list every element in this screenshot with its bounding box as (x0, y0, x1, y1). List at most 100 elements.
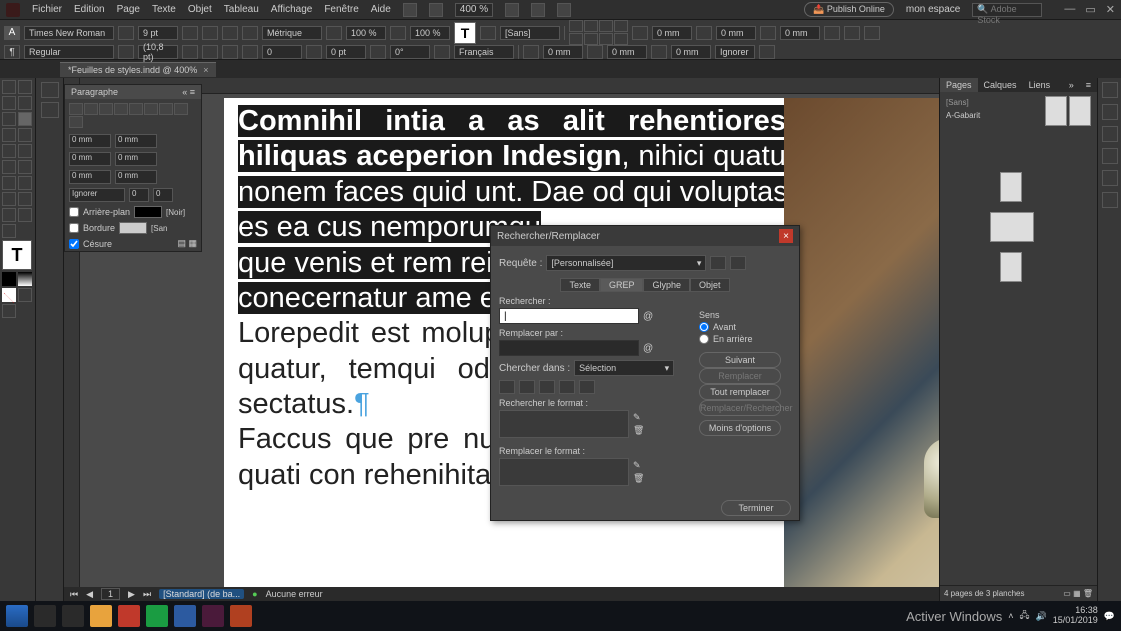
tray-network-icon[interactable]: 🖧 (1019, 608, 1029, 624)
h-scale-field[interactable]: 100 % (346, 26, 386, 40)
char-style-field[interactable]: [Sans] (500, 26, 560, 40)
align-center[interactable] (84, 103, 98, 115)
right-strip-icon-5[interactable] (1102, 170, 1118, 186)
dock-icon-2[interactable] (41, 102, 59, 118)
direct-selection-tool[interactable] (18, 80, 32, 94)
rechercher-input[interactable] (499, 308, 639, 324)
adobe-stock-search[interactable]: 🔍 Adobe Stock (972, 3, 1042, 17)
change-format-box[interactable] (499, 458, 629, 486)
tracking-field[interactable]: Métrique (262, 26, 322, 40)
page-thumb-1[interactable] (1000, 172, 1022, 202)
file-explorer-icon[interactable] (90, 605, 112, 627)
space-before-fld[interactable]: 0 mm (69, 170, 111, 184)
workspace-switcher[interactable]: mon espace (906, 4, 960, 15)
window-maximize[interactable]: ▭ (1085, 3, 1095, 16)
menu-edit[interactable]: Edition (74, 4, 105, 15)
page-nav-last[interactable]: ⏭ (143, 589, 151, 600)
dock-icon-1[interactable] (41, 82, 59, 98)
menu-window[interactable]: Fenêtre (324, 4, 358, 15)
terminer-button[interactable]: Terminer (721, 500, 791, 516)
clear-format-icon-2[interactable]: 🗑 (633, 473, 644, 484)
firstline-indent-field[interactable]: 0 mm (543, 45, 583, 59)
align-right[interactable] (99, 103, 113, 115)
menu-view[interactable]: Affichage (271, 4, 313, 15)
tab-grep[interactable]: GREP (600, 278, 644, 292)
menu-page[interactable]: Page (117, 4, 140, 15)
eyedropper-tool[interactable] (2, 208, 16, 222)
preflight-label[interactable]: Aucune erreur (266, 589, 323, 599)
right-strip-icon-3[interactable] (1102, 126, 1118, 142)
page-number-field[interactable]: 1 (101, 588, 120, 600)
view-mode-normal[interactable] (18, 288, 32, 302)
delete-query-icon[interactable] (730, 256, 746, 270)
search-footnotes-icon[interactable] (559, 380, 575, 394)
bordure-checkbox[interactable] (69, 223, 79, 233)
right-strip-icon-2[interactable] (1102, 104, 1118, 120)
space-before-field[interactable]: 0 mm (780, 26, 820, 40)
search-locked-icon[interactable] (499, 380, 515, 394)
bullets-icon[interactable] (864, 26, 880, 40)
font-style-field[interactable]: Regular (24, 45, 114, 59)
gradient-feather-tool[interactable] (2, 192, 16, 206)
page-nav-next[interactable]: ▶ (128, 589, 135, 600)
columns-span-icon[interactable] (824, 26, 840, 40)
taskbar-app-3[interactable] (174, 605, 196, 627)
menu-table[interactable]: Tableau (224, 4, 259, 15)
publish-online-button[interactable]: 📤 Publish Online (804, 2, 894, 17)
last-indent-fld[interactable]: 0 mm (115, 152, 157, 166)
page-thumb-3[interactable] (1000, 252, 1022, 282)
remplacer-rechercher-button[interactable]: Remplacer/Rechercher (699, 400, 781, 416)
rectangle-tool[interactable] (2, 160, 16, 174)
tout-remplacer-button[interactable]: Tout remplacer (699, 384, 781, 400)
status-standard[interactable]: [Standard] (de ba... (159, 589, 244, 599)
tab-objet[interactable]: Objet (690, 278, 730, 292)
space-after-fld[interactable]: 0 mm (115, 170, 157, 184)
page-nav-prev[interactable]: ◀ (86, 589, 93, 600)
left-indent-fld[interactable]: 0 mm (69, 134, 111, 148)
menu-file[interactable]: Fichier (32, 4, 62, 15)
para-mode-icon[interactable]: ¶ (4, 45, 20, 59)
selection-tool[interactable] (2, 80, 16, 94)
type-tool[interactable] (18, 112, 32, 126)
align-away-spine[interactable] (69, 116, 83, 128)
free-transform-tool[interactable] (2, 176, 16, 190)
right-indent-fld[interactable]: 0 mm (115, 134, 157, 148)
menu-object[interactable]: Objet (188, 4, 212, 15)
first-indent-fld[interactable]: 0 mm (69, 152, 111, 166)
search-icon[interactable] (34, 605, 56, 627)
search-hidden-icon[interactable] (519, 380, 535, 394)
baseline-grid-icons[interactable]: ▤ ▦ (177, 238, 197, 249)
subscript-btn[interactable] (242, 26, 258, 40)
document-tab-close[interactable]: × (203, 65, 208, 75)
justify-left[interactable] (114, 103, 128, 115)
spread-thumb-1[interactable] (990, 212, 1034, 242)
ignore-field[interactable]: Ignorer (715, 45, 755, 59)
bridge-icon[interactable] (403, 3, 417, 17)
view-mode-preview[interactable] (2, 304, 16, 318)
superscript-btn[interactable] (222, 26, 238, 40)
tray-up-icon[interactable]: ˄ (1008, 611, 1013, 621)
justify-center[interactable] (129, 103, 143, 115)
content-collector-tool[interactable] (2, 112, 16, 126)
dialog-close-button[interactable]: × (779, 229, 793, 243)
note-tool[interactable] (18, 192, 32, 206)
panel-footer-icons[interactable]: ▭ ▦ 🗑 (1063, 589, 1093, 598)
char-mode-A[interactable]: A (4, 26, 20, 40)
skew-field[interactable]: 0° (390, 45, 430, 59)
right-strip-icon-4[interactable] (1102, 148, 1118, 164)
document-tab[interactable]: *Feuilles de styles.indd @ 400% × (60, 62, 216, 77)
clear-format-icon[interactable]: 🗑 (633, 425, 644, 436)
lastline-indent-field[interactable]: 0 mm (607, 45, 647, 59)
gradient-swatch-tool[interactable] (18, 176, 32, 190)
tray-volume-icon[interactable]: 🔊 (1036, 611, 1047, 622)
font-size-field[interactable]: 9 pt (138, 26, 178, 40)
taskbar-app-2[interactable] (146, 605, 168, 627)
baseline-field[interactable]: 0 pt (326, 45, 366, 59)
remplacer-input[interactable] (499, 340, 639, 356)
fill-stroke-swatch[interactable]: T (454, 22, 476, 44)
task-view-icon[interactable] (62, 605, 84, 627)
indesign-taskbar-icon[interactable] (202, 605, 224, 627)
kerning-field[interactable]: 0 (262, 45, 302, 59)
page-nav-first[interactable]: ⏮ (70, 589, 78, 600)
rectangle-frame-tool[interactable] (18, 144, 32, 158)
